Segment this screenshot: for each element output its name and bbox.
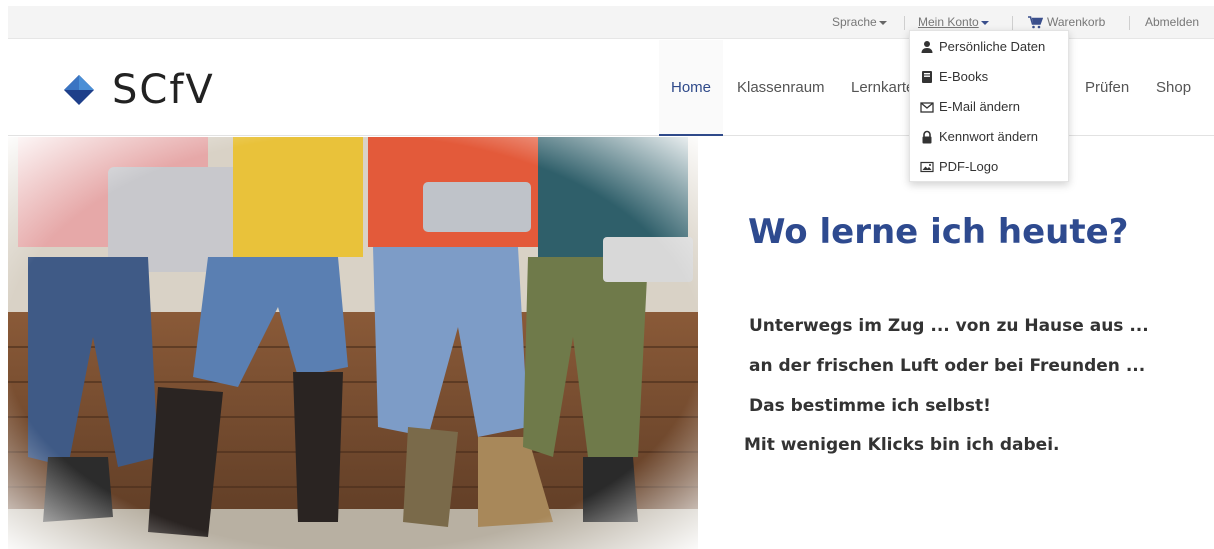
logout-link[interactable]: Abmelden	[1145, 6, 1199, 39]
hero-line-1: Unterwegs im Zug ... von zu Hause aus ..…	[749, 316, 1149, 336]
divider	[1129, 16, 1130, 30]
language-label: Sprache	[832, 15, 877, 29]
cart-icon	[1028, 16, 1043, 29]
book-icon	[922, 71, 932, 83]
nav-pruefen[interactable]: Prüfen	[1085, 40, 1129, 136]
divider	[904, 16, 905, 30]
cart-label: Warenkorb	[1047, 15, 1106, 29]
account-dropdown-menu: Persönliche Daten E-Books E-Mail ändern …	[909, 30, 1069, 182]
menu-item-label: PDF-Logo	[939, 159, 999, 174]
brand-logo[interactable]: SCfV	[64, 62, 215, 118]
brand-name: SCfV	[112, 67, 215, 113]
hero-line-4: Mit wenigen Klicks bin ich dabei.	[744, 435, 1060, 455]
hero-photo	[8, 137, 698, 549]
language-selector[interactable]: Sprache	[832, 6, 887, 39]
nav-home[interactable]: Home	[659, 40, 724, 136]
menu-item-label: E-Mail ändern	[939, 99, 1020, 114]
menu-item-ebooks[interactable]: E-Books	[910, 62, 1068, 92]
hero-headline: Wo lerne ich heute?	[748, 212, 1129, 252]
menu-item-label: Kennwort ändern	[939, 129, 1039, 144]
account-label: Mein Konto	[918, 15, 979, 29]
envelope-icon	[920, 102, 934, 113]
hero-line-3: Das bestimme ich selbst!	[749, 396, 991, 416]
menu-item-change-password[interactable]: Kennwort ändern	[910, 122, 1068, 152]
nav-klassenraum[interactable]: Klassenraum	[737, 40, 825, 136]
menu-item-label: Persönliche Daten	[939, 39, 1046, 54]
logo-diamond-icon	[64, 75, 94, 105]
chevron-down-icon	[878, 20, 887, 25]
menu-item-label: E-Books	[939, 69, 989, 84]
menu-item-change-email[interactable]: E-Mail ändern	[910, 92, 1068, 122]
chevron-down-icon	[980, 20, 989, 25]
menu-item-pdf-logo[interactable]: PDF-Logo	[910, 152, 1068, 182]
user-icon	[921, 41, 933, 53]
hero-line-2: an der frischen Luft oder bei Freunden .…	[749, 356, 1146, 376]
menu-item-personal-data[interactable]: Persönliche Daten	[910, 32, 1068, 62]
lock-icon	[922, 130, 932, 144]
nav-shop[interactable]: Shop	[1156, 40, 1191, 136]
divider	[1012, 16, 1013, 30]
image-icon	[920, 161, 934, 173]
